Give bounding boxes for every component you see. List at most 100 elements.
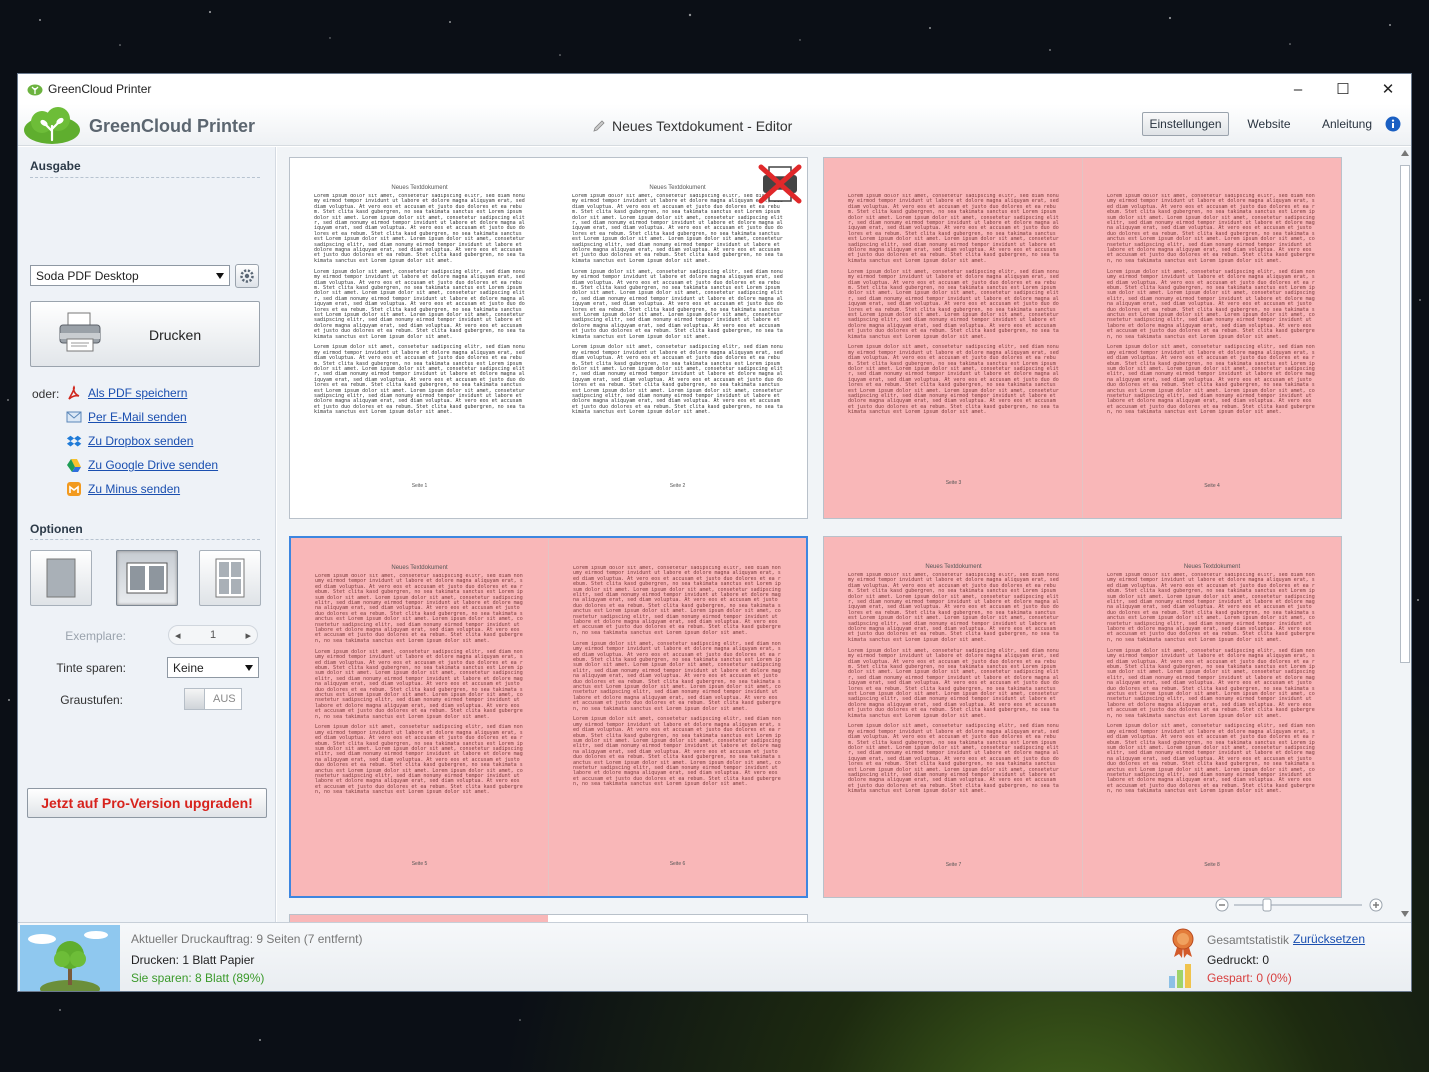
bar-chart-icon bbox=[1169, 964, 1191, 988]
google-drive-icon bbox=[67, 459, 81, 472]
preview-page[interactable]: Neues Textdokument Lorem ipsum dolor sit… bbox=[1082, 537, 1341, 897]
remove-page-icon[interactable] bbox=[757, 163, 803, 205]
page-text: Lorem ipsum dolor sit amet, consetetur s… bbox=[572, 194, 783, 416]
upgrade-pro-button[interactable]: Jetzt auf Pro-Version upgraden! bbox=[27, 788, 267, 818]
preview-sheet-selected[interactable]: Neues Textdokument Lorem ipsum dolor sit… bbox=[289, 536, 808, 898]
chevron-left-icon[interactable]: ◂ bbox=[175, 629, 181, 642]
layout-four-pages-button[interactable] bbox=[199, 550, 261, 606]
preview-page[interactable] bbox=[290, 915, 549, 922]
preview-sheet[interactable]: Neues Textdokument Lorem ipsum dolor sit… bbox=[289, 157, 808, 519]
reset-stats-link[interactable]: Zurücksetzen bbox=[1293, 932, 1365, 946]
print-button-label: Drucken bbox=[149, 327, 202, 343]
dropbox-icon bbox=[66, 435, 82, 447]
options-section-title: Optionen bbox=[30, 522, 83, 536]
preview-page[interactable]: Lorem ipsum dolor sit amet, consetetur s… bbox=[1082, 158, 1341, 518]
preview-page[interactable]: Lorem ipsum dolor sit amet, consetetur s… bbox=[824, 158, 1083, 518]
send-option-label: Zu Dropbox senden bbox=[88, 434, 194, 448]
page-text: Lorem ipsum dolor sit amet, consetetur s… bbox=[314, 194, 525, 416]
print-button[interactable]: Drucken bbox=[30, 301, 260, 367]
pdf-icon bbox=[68, 385, 80, 400]
guide-link[interactable]: Anleitung bbox=[1318, 112, 1376, 136]
copies-value: 1 bbox=[209, 629, 217, 641]
page-text: Lorem ipsum dolor sit amet, consetetur s… bbox=[848, 194, 1059, 416]
output-section-title: Ausgabe bbox=[30, 159, 81, 173]
vertical-scrollbar[interactable] bbox=[1398, 147, 1411, 922]
save-as-pdf-link[interactable]: Als PDF speichern bbox=[66, 384, 187, 402]
send-option-label: Zu Minus senden bbox=[88, 482, 181, 496]
award-ribbon-icon bbox=[1172, 928, 1194, 958]
page-number: Seite 5 bbox=[411, 861, 428, 867]
preview-sheet[interactable]: Neues Textdokument Lorem ipsum dolor sit… bbox=[823, 536, 1342, 898]
preview-sheet[interactable] bbox=[289, 914, 808, 922]
printer-icon bbox=[59, 312, 101, 352]
preview-page[interactable]: Neues Textdokument Lorem ipsum dolor sit… bbox=[824, 537, 1083, 897]
copies-stepper[interactable]: ◂ 1 ▸ bbox=[168, 625, 258, 645]
send-google-drive-link[interactable]: Zu Google Drive senden bbox=[66, 456, 218, 474]
printer-settings-button[interactable] bbox=[235, 264, 259, 288]
page-text: Lorem ipsum dolor sit amet, consetetur s… bbox=[315, 574, 523, 796]
preview-page[interactable]: Neues Textdokument Lorem ipsum dolor sit… bbox=[548, 158, 807, 518]
section-divider bbox=[30, 539, 260, 540]
greencloud-logo-icon bbox=[24, 107, 80, 144]
app-header: GreenCloud Printer Neues Textdokument - … bbox=[18, 104, 1411, 146]
scrollbar-thumb[interactable] bbox=[1400, 165, 1410, 663]
ink-saving-select[interactable]: Keine bbox=[167, 657, 259, 678]
send-email-link[interactable]: Per E-Mail senden bbox=[66, 408, 187, 426]
saved-count: Gespart: 0 (0%) bbox=[1207, 971, 1292, 985]
ink-saving-value: Keine bbox=[173, 660, 204, 675]
grayscale-toggle[interactable]: AUS bbox=[184, 688, 242, 710]
page-title: Neues Textdokument bbox=[391, 565, 448, 571]
sidebar: Ausgabe Soda PDF Desktop Drucken oder: A… bbox=[18, 147, 276, 922]
preview-page[interactable]: Lorem ipsum dolor sit amet, consetetur s… bbox=[548, 538, 806, 896]
brand-name: GreenCloud Printer bbox=[89, 116, 256, 136]
close-button[interactable]: ✕ bbox=[1365, 74, 1411, 104]
preview-page[interactable] bbox=[548, 915, 807, 922]
info-icon[interactable] bbox=[1385, 116, 1401, 132]
layout-two-pages-button[interactable] bbox=[116, 550, 178, 606]
page-number: Seite 8 bbox=[1204, 862, 1220, 868]
tree-illustration-icon bbox=[20, 925, 120, 991]
printer-select[interactable]: Soda PDF Desktop bbox=[30, 265, 230, 286]
scroll-up-icon[interactable] bbox=[1401, 150, 1409, 156]
gear-icon bbox=[240, 269, 254, 283]
page-number: Seite 2 bbox=[669, 483, 686, 489]
current-job-text: Aktueller Druckauftrag: 9 Seiten (7 entf… bbox=[131, 932, 363, 946]
section-divider bbox=[30, 177, 260, 178]
printed-count: Gedruckt: 0 bbox=[1207, 953, 1270, 967]
preview-page[interactable]: Neues Textdokument Lorem ipsum dolor sit… bbox=[291, 538, 548, 896]
page-title: Neues Textdokument bbox=[1183, 564, 1241, 570]
page-number: Seite 7 bbox=[945, 862, 962, 868]
grayscale-label: Graustufen: bbox=[60, 693, 123, 707]
window-title: GreenCloud Printer bbox=[48, 82, 152, 96]
app-window: GreenCloud Printer – ☐ ✕ GreenCloud Prin… bbox=[17, 73, 1412, 992]
chevron-down-icon bbox=[216, 272, 224, 279]
page-text: Lorem ipsum dolor sit amet, consetetur s… bbox=[573, 566, 781, 788]
title-bar: GreenCloud Printer – ☐ ✕ bbox=[18, 74, 1411, 104]
preview-area: Neues Textdokument Lorem ipsum dolor sit… bbox=[277, 147, 1398, 922]
maximize-button[interactable]: ☐ bbox=[1320, 74, 1366, 104]
preview-page[interactable]: Neues Textdokument Lorem ipsum dolor sit… bbox=[290, 158, 549, 518]
page-text: Lorem ipsum dolor sit amet, consetetur s… bbox=[848, 573, 1059, 795]
page-text: Lorem ipsum dolor sit amet, consetetur s… bbox=[1107, 573, 1315, 795]
savings-text: Sie sparen: 8 Blatt (89%) bbox=[131, 971, 265, 985]
send-dropbox-link[interactable]: Zu Dropbox senden bbox=[66, 432, 193, 450]
or-label: oder: bbox=[32, 387, 60, 401]
page-number: Seite 6 bbox=[669, 861, 686, 867]
copies-label: Exemplare: bbox=[65, 629, 126, 643]
preview-sheet[interactable]: Lorem ipsum dolor sit amet, consetetur s… bbox=[823, 157, 1342, 519]
page-number: Seite 4 bbox=[1204, 483, 1220, 489]
scroll-down-icon[interactable] bbox=[1401, 911, 1409, 917]
toggle-knob bbox=[185, 689, 205, 709]
send-option-label: Als PDF speichern bbox=[88, 386, 188, 400]
send-minus-link[interactable]: Zu Minus senden bbox=[66, 480, 180, 498]
send-option-label: Per E-Mail senden bbox=[88, 410, 187, 424]
pencil-icon bbox=[593, 120, 605, 132]
minus-icon bbox=[67, 482, 81, 496]
chevron-right-icon[interactable]: ▸ bbox=[245, 629, 251, 642]
settings-button[interactable]: Einstellungen bbox=[1142, 112, 1229, 136]
website-link[interactable]: Website bbox=[1240, 112, 1298, 136]
four-pages-icon bbox=[215, 558, 245, 598]
zoom-slider[interactable] bbox=[1214, 897, 1384, 913]
minimize-button[interactable]: – bbox=[1275, 74, 1321, 104]
layout-one-page-button[interactable] bbox=[30, 550, 92, 606]
